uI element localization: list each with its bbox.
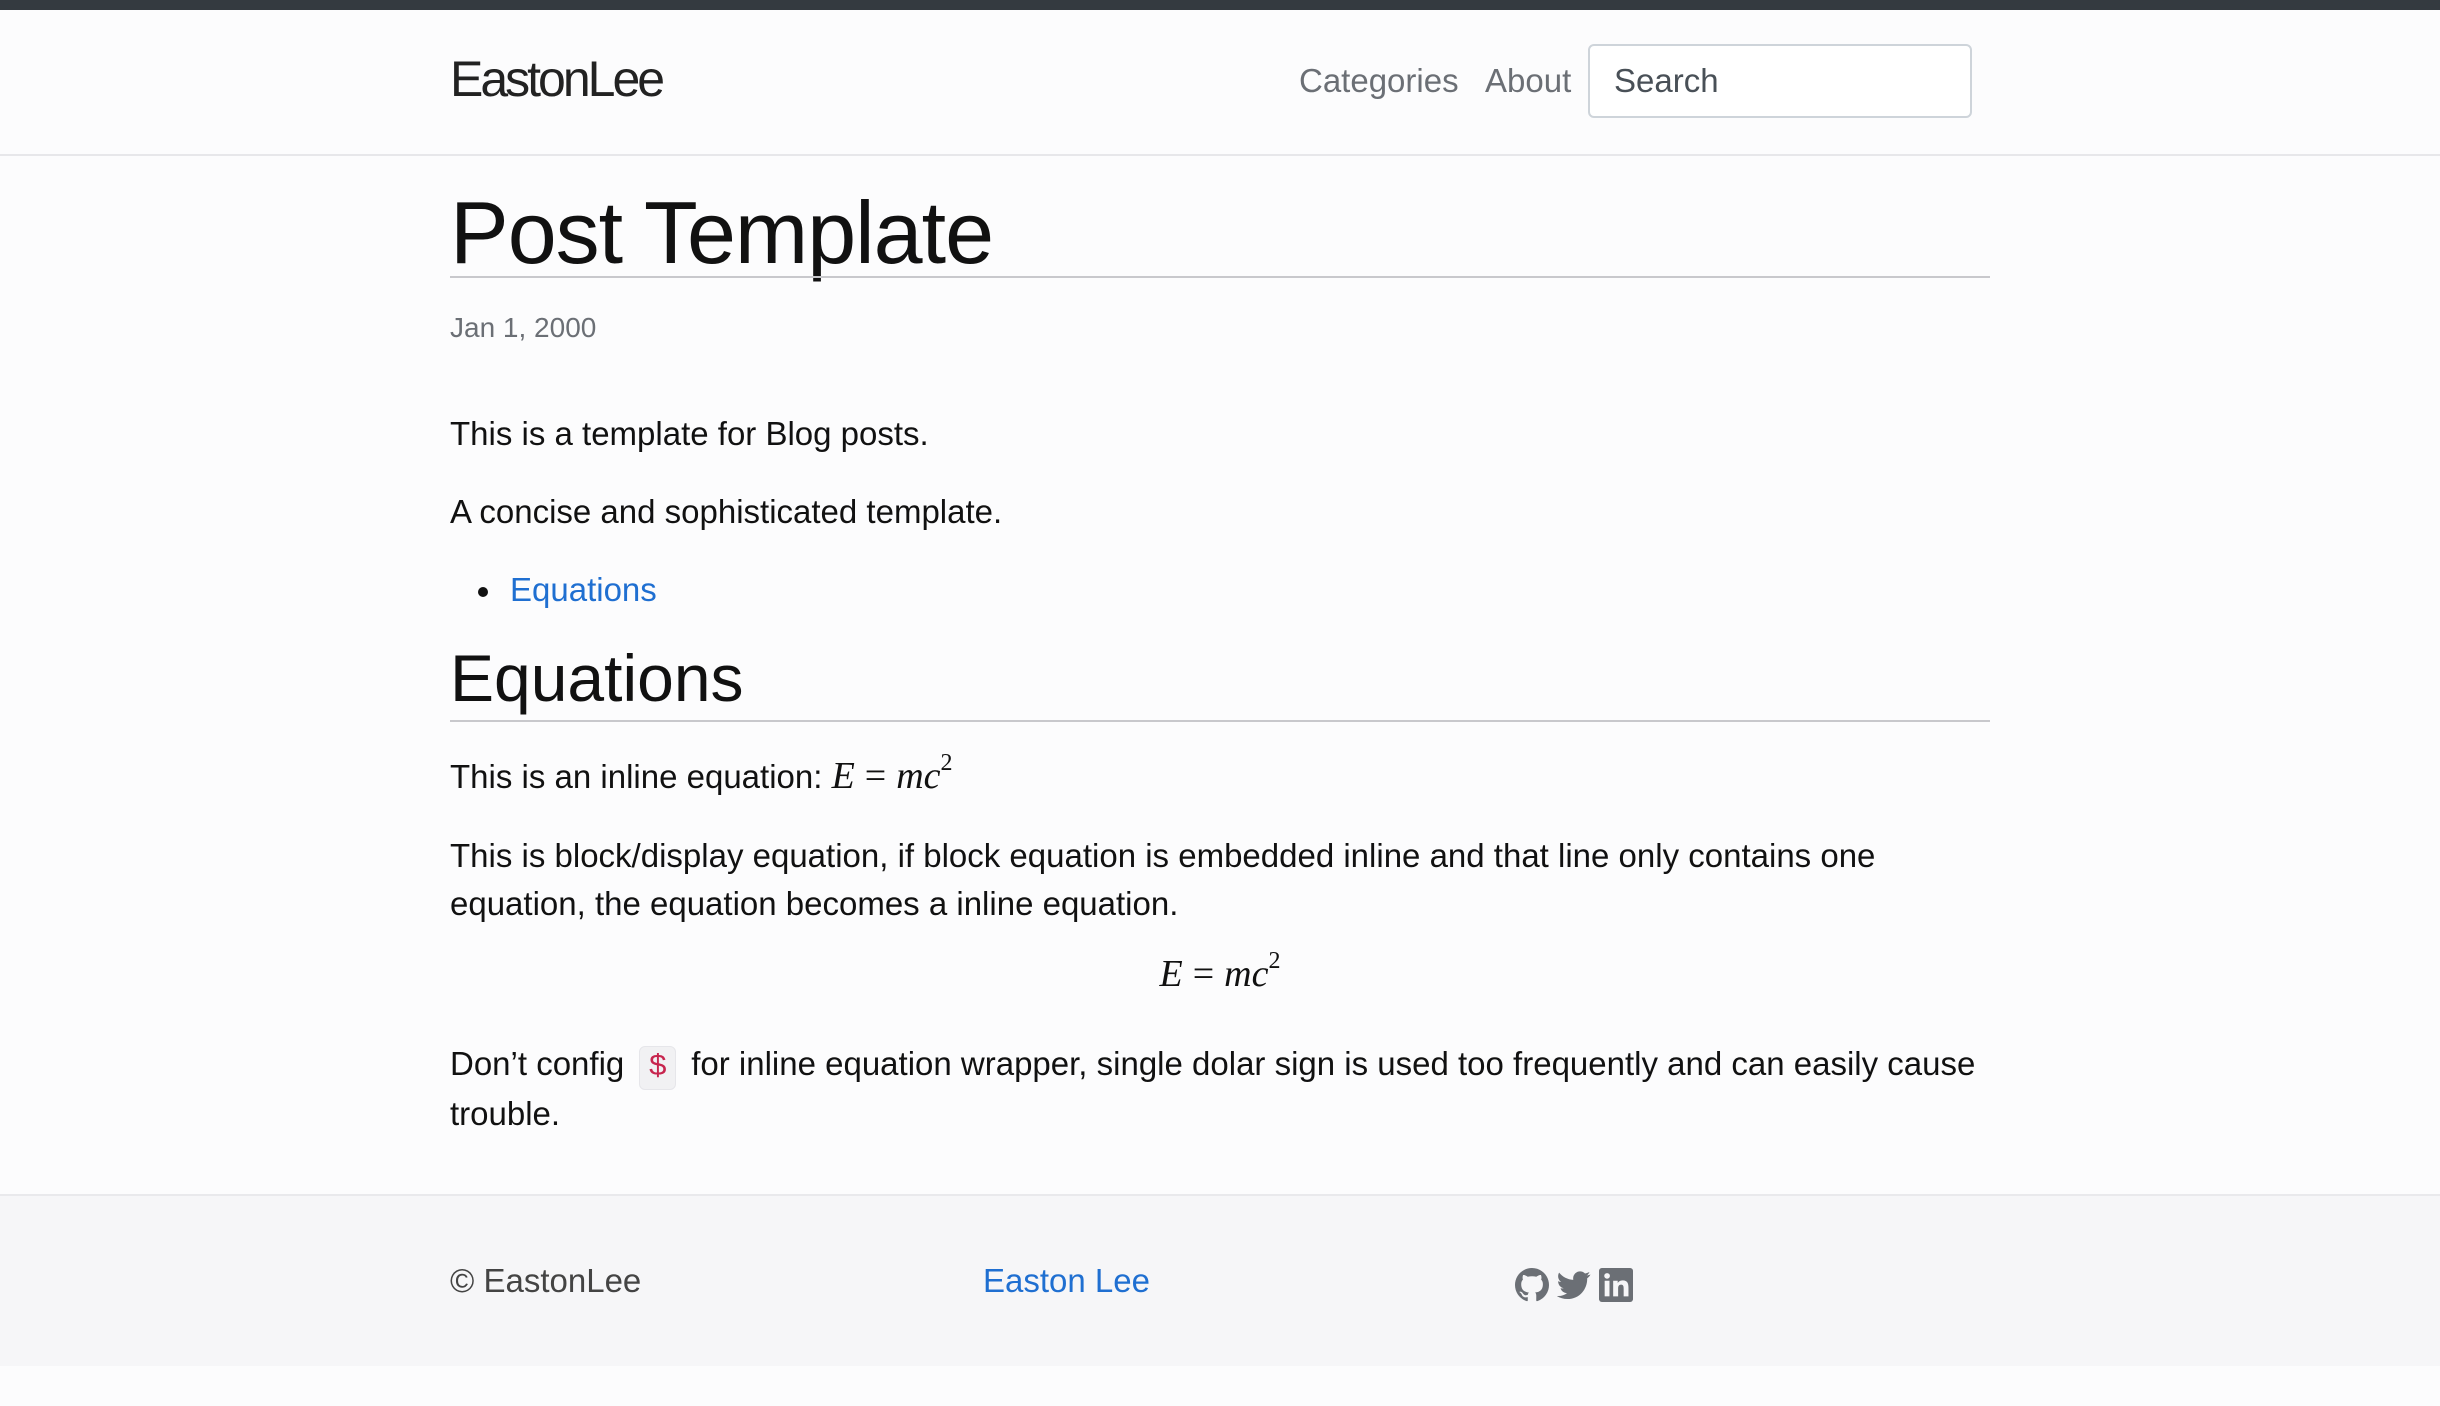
footer-author-link[interactable]: Easton Lee [983,1262,1150,1300]
post-date: Jan 1, 2000 [450,312,597,343]
tagline-paragraph: A concise and sophisticated template. [450,493,1003,530]
section-divider [450,720,1990,722]
equation-exponent: 2 [940,750,953,776]
toc-item: Equations [450,566,657,614]
display-equation-operator: = [1192,953,1215,995]
site-footer: © EastonLee Easton Lee [0,1194,2440,1366]
inline-equation-text: This is an inline equation: [450,758,832,795]
page-bottom [0,1366,2440,1406]
toc-link-equations[interactable]: Equations [510,571,657,608]
site-header: EastonLee Categories About [0,10,2440,156]
display-equation-lhs: E [1159,953,1183,995]
config-note-paragraph: Don’t config $ for inline equation wrapp… [450,1040,1990,1138]
intro-paragraph: This is a template for Blog posts. [450,415,929,452]
equation-rhs: mc [896,755,941,797]
github-link[interactable] [1515,1268,1549,1302]
social-links [1515,1268,1633,1302]
brand-logo-link[interactable]: EastonLee [450,50,665,108]
twitter-link[interactable] [1557,1268,1591,1302]
title-divider [450,276,1990,278]
inline-equation-paragraph: This is an inline equation: E = mc2 [450,751,1990,801]
section-heading-equations: Equations [450,641,744,715]
twitter-icon [1557,1271,1591,1300]
display-equation-math: E = mc2 [1159,949,1281,995]
inline-code-dollar: $ [639,1046,677,1090]
display-equation: E = mc2 [450,949,1990,996]
inline-equation: E = mc2 [831,751,953,797]
display-equation-rhs: mc [1224,953,1269,995]
github-icon [1515,1268,1549,1302]
equation-lhs: E [831,755,855,797]
search-input[interactable] [1588,44,1972,118]
config-note-post: for inline equation wrapper, single dola… [450,1045,1976,1132]
nav-link-about[interactable]: About [1485,62,1571,100]
nav-link-categories[interactable]: Categories [1299,62,1459,100]
footer-copyright: © EastonLee [450,1262,642,1299]
linkedin-icon [1599,1268,1633,1302]
equation-operator: = [864,755,887,797]
table-of-contents: Equations [450,566,657,614]
linkedin-link[interactable] [1599,1268,1633,1302]
block-equation-paragraph: This is block/display equation, if block… [450,837,1876,922]
post-title: Post Template [450,183,994,282]
display-equation-exponent: 2 [1268,948,1281,974]
top-accent-bar [0,0,2440,10]
config-note-pre: Don’t config [450,1045,634,1082]
